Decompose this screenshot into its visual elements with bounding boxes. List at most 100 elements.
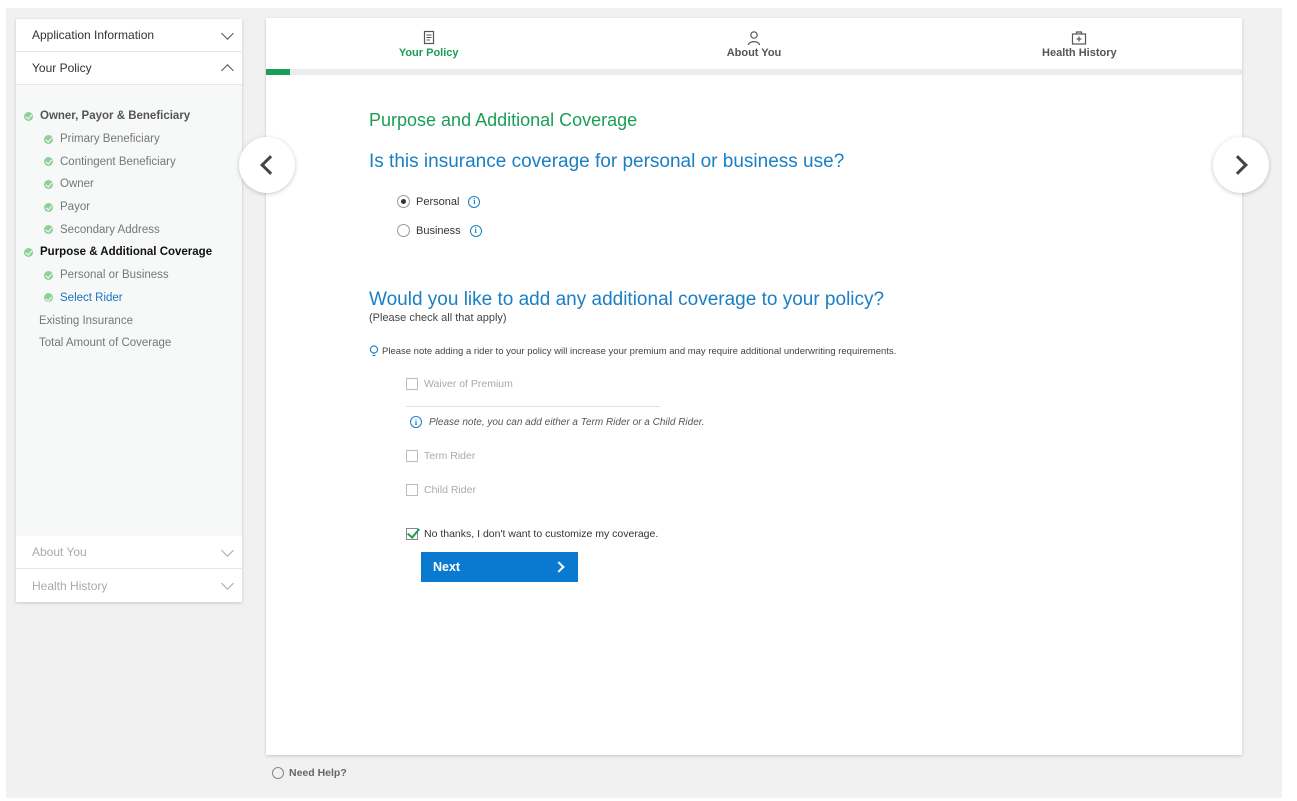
- radio-label: Business: [416, 224, 461, 237]
- chevron-down-icon: [221, 577, 234, 590]
- checkbox-checked[interactable]: [406, 528, 418, 540]
- info-icon[interactable]: i: [468, 195, 481, 208]
- checkbox-label: Term Rider: [424, 450, 476, 462]
- check-circle-icon: [44, 225, 53, 235]
- sidebar-item-label: Owner: [60, 178, 94, 191]
- sidebar-item-label: Primary Beneficiary: [60, 133, 160, 146]
- check-circle-icon: [44, 202, 53, 212]
- progress-bar: [266, 69, 1242, 75]
- medical-kit-icon: [1072, 31, 1087, 45]
- sidebar-item-label: Purpose & Additional Coverage: [40, 246, 213, 259]
- checkbox-label: Waiver of Premium: [424, 378, 513, 390]
- coverage-question: Would you like to add any additional cov…: [369, 289, 885, 310]
- sidebar-item-contingent-beneficiary[interactable]: Contingent Beneficiary: [16, 150, 242, 173]
- check-circle-icon: [24, 247, 33, 257]
- sidebar-section-your-policy[interactable]: Your Policy: [16, 52, 242, 85]
- chevron-left-icon: [260, 155, 280, 175]
- help-icon: [272, 767, 284, 779]
- check-circle-icon: [44, 179, 53, 189]
- purpose-question: Is this insurance coverage for personal …: [369, 151, 845, 172]
- sidebar-item-select-rider[interactable]: Select Rider: [16, 287, 242, 310]
- sidebar-item-owner[interactable]: Owner: [16, 173, 242, 196]
- tab-your-policy[interactable]: Your Policy: [266, 18, 591, 69]
- checkbox[interactable]: [406, 484, 418, 496]
- progress-fill: [266, 69, 291, 75]
- sidebar-item-total-amount-of-coverage[interactable]: Total Amount of Coverage: [16, 332, 242, 355]
- lightbulb-icon: [369, 345, 379, 357]
- sidebar-item-label: Personal or Business: [60, 269, 169, 282]
- chevron-right-icon: [553, 561, 565, 573]
- sidebar-item-label: Total Amount of Coverage: [39, 337, 172, 350]
- sidebar: Application Information Your Policy Owne…: [16, 19, 242, 602]
- sidebar-section-label: Health History: [32, 578, 108, 593]
- info-icon: i: [410, 416, 422, 428]
- checkbox-no-thanks[interactable]: No thanks, I don't want to customize my …: [406, 524, 1169, 544]
- form-content: Purpose and Additional Coverage Is this …: [369, 110, 1169, 544]
- tab-health-history[interactable]: Health History: [917, 18, 1242, 69]
- sidebar-item-label: Payor: [60, 201, 91, 214]
- checkbox-term-rider[interactable]: Term Rider: [406, 446, 1169, 466]
- info-icon[interactable]: i: [469, 224, 482, 237]
- checkbox-label: Child Rider: [424, 484, 476, 496]
- sidebar-section-application-information[interactable]: Application Information: [16, 19, 242, 52]
- radio-label: Personal: [416, 195, 460, 208]
- sidebar-item-personal-or-business[interactable]: Personal or Business: [16, 264, 242, 287]
- sidebar-section-about-you[interactable]: About You: [16, 536, 242, 569]
- either-rider-note: i Please note, you can add either a Term…: [410, 416, 1169, 428]
- tab-label: Your Policy: [398, 47, 459, 59]
- need-help-link[interactable]: Need Help?: [272, 767, 347, 779]
- next-button-label: Next: [433, 560, 461, 574]
- sidebar-item-label: Existing Insurance: [39, 314, 133, 327]
- step-tabs: Your Policy About You Health History: [266, 18, 1242, 69]
- check-circle-icon: [44, 293, 53, 303]
- sidebar-item-payor[interactable]: Payor: [16, 196, 242, 219]
- checkbox[interactable]: [406, 378, 418, 390]
- rider-checkbox-group: Waiver of Premium i Please note, you can…: [369, 374, 1169, 544]
- person-icon: [747, 31, 761, 46]
- radio-button-selected[interactable]: [397, 195, 410, 208]
- sidebar-item-primary-beneficiary[interactable]: Primary Beneficiary: [16, 128, 242, 151]
- check-circle-icon: [44, 134, 53, 144]
- sidebar-section-label: Your Policy: [32, 61, 92, 75]
- note-text: Please note, you can add either a Term R…: [429, 416, 705, 428]
- rider-premium-note: Please note adding a rider to your polic…: [369, 345, 1169, 357]
- checkbox-child-rider[interactable]: Child Rider: [406, 480, 1169, 500]
- next-arrow-button[interactable]: [1213, 137, 1269, 193]
- previous-arrow-button[interactable]: [239, 137, 295, 193]
- sidebar-section-label: About You: [32, 545, 87, 559]
- checkbox[interactable]: [406, 450, 418, 462]
- tab-label: About You: [726, 47, 782, 59]
- radio-business[interactable]: Business i: [397, 216, 1169, 245]
- chevron-down-icon: [221, 543, 234, 557]
- tab-label: Health History: [1042, 47, 1117, 59]
- document-icon: [423, 30, 434, 45]
- sidebar-item-purpose-additional-coverage[interactable]: Purpose & Additional Coverage: [16, 241, 242, 264]
- chevron-up-icon: [221, 63, 234, 77]
- sidebar-your-policy-steps: Owner, Payor & Beneficiary Primary Benef…: [16, 85, 242, 536]
- need-help-label: Need Help?: [289, 767, 347, 779]
- sidebar-item-secondary-address[interactable]: Secondary Address: [16, 218, 242, 241]
- sidebar-item-label: Contingent Beneficiary: [60, 155, 176, 168]
- coverage-hint: (Please check all that apply): [369, 312, 507, 324]
- sidebar-item-existing-insurance[interactable]: Existing Insurance: [16, 309, 242, 332]
- checkbox-label: No thanks, I don't want to customize my …: [424, 528, 659, 540]
- check-circle-icon: [44, 157, 53, 167]
- main-card: Your Policy About You Health History Pur…: [266, 18, 1242, 755]
- sidebar-item-label: Owner, Payor & Beneficiary: [40, 110, 191, 123]
- tab-about-you[interactable]: About You: [591, 18, 916, 69]
- section-title: Purpose and Additional Coverage: [369, 110, 638, 130]
- next-button[interactable]: Next: [421, 552, 578, 582]
- chevron-down-icon: [221, 26, 234, 40]
- check-circle-icon: [24, 111, 33, 121]
- checkbox-waiver-of-premium[interactable]: Waiver of Premium: [406, 374, 1169, 394]
- sidebar-item-label: Select Rider: [60, 291, 123, 304]
- sidebar-item-label: Secondary Address: [60, 223, 160, 236]
- radio-personal[interactable]: Personal i: [397, 187, 1169, 216]
- sidebar-section-label: Application Information: [32, 28, 155, 42]
- sidebar-item-owner-payor-beneficiary[interactable]: Owner, Payor & Beneficiary: [16, 105, 242, 128]
- note-text: Please note adding a rider to your polic…: [382, 345, 897, 357]
- sidebar-section-health-history[interactable]: Health History: [16, 569, 242, 602]
- purpose-radio-group: Personal i Business i: [369, 187, 1169, 245]
- chevron-right-icon: [1228, 155, 1248, 175]
- radio-button[interactable]: [397, 224, 410, 237]
